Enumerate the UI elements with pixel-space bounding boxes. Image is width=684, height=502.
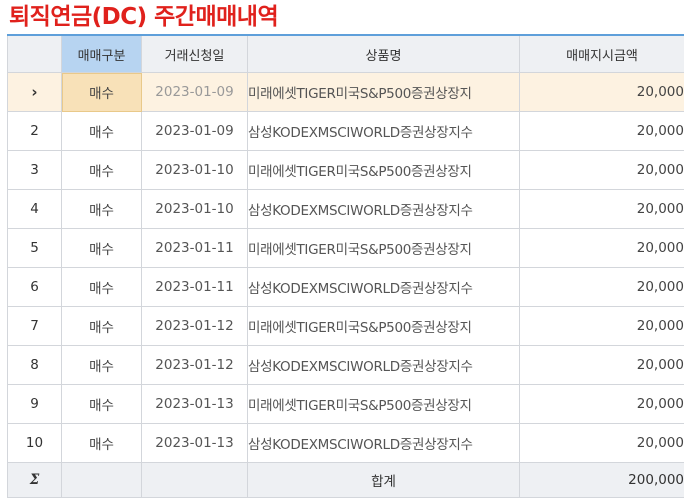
product-name-cell[interactable]: 미래에셋TIGER미국S&P500증권상장지 [247,150,520,190]
request-date-cell[interactable]: 2023-01-12 [141,345,248,385]
request-date-cell[interactable]: 2023-01-10 [141,150,248,190]
table-row[interactable]: 10 매수 2023-01-13 삼성KODEXMSCIWORLD증권상장지수 20,0… [7,423,684,463]
request-date-cell[interactable]: 2023-01-11 [141,267,248,307]
product-name-cell[interactable]: 미래에셋TIGER미국S&P500증권상장지 [247,306,520,346]
header-row-number[interactable] [7,34,62,73]
table-row[interactable]: 8 매수 2023-01-12 삼성KODEXMSCIWORLD증권상장지수 20,00… [7,345,684,385]
table-row[interactable]: 6 매수 2023-01-11 삼성KODEXMSCIWORLD증권상장지수 20,00… [7,267,684,307]
summary-row: Σ 합계 200,000 [7,462,684,498]
row-number[interactable]: 10 [7,423,62,463]
row-number[interactable]: 6 [7,267,62,307]
product-name-cell[interactable]: 미래에셋TIGER미국S&P500증권상장지 [247,228,520,268]
order-amount-cell[interactable]: 20,000 [519,111,684,151]
product-name-cell[interactable]: 삼성KODEXMSCIWORLD증권상장지수 [247,189,520,229]
order-amount-cell[interactable]: 20,000 [519,306,684,346]
row-number[interactable]: 8 [7,345,62,385]
header-trade-type[interactable]: 매매구분 [61,34,142,73]
header-order-amount[interactable]: 매매지시금액 [519,34,684,73]
request-date-cell[interactable]: 2023-01-09 [141,72,248,112]
trade-type-cell[interactable]: 매수 [61,384,142,424]
header-request-date[interactable]: 거래신청일 [141,34,248,73]
trade-type-cell[interactable]: 매수 [61,423,142,463]
summary-empty-cell [61,462,142,498]
table-row[interactable]: 5 매수 2023-01-11 미래에셋TIGER미국S&P500증권상장지 20,00… [7,228,684,268]
row-number[interactable]: 3 [7,150,62,190]
trade-history-grid: 매매구분 거래신청일 상품명 매매지시금액 › 매수 2023-01-09 미래에셋T… [7,34,684,498]
table-row[interactable]: 3 매수 2023-01-10 미래에셋TIGER미국S&P500증권상장지 20,00… [7,150,684,190]
order-amount-cell[interactable]: 20,000 [519,150,684,190]
order-amount-cell[interactable]: 20,000 [519,267,684,307]
row-number[interactable]: 5 [7,228,62,268]
order-amount-cell[interactable]: 20,000 [519,345,684,385]
trade-type-cell[interactable]: 매수 [61,306,142,346]
table-row[interactable]: 9 매수 2023-01-13 미래에셋TIGER미국S&P500증권상장지 20,00… [7,384,684,424]
table-row[interactable]: 2 매수 2023-01-09 삼성KODEXMSCIWORLD증권상장지수 20,00… [7,111,684,151]
row-number[interactable]: 7 [7,306,62,346]
product-name-cell[interactable]: 미래에셋TIGER미국S&P500증권상장지 [247,72,520,112]
trade-type-cell[interactable]: 매수 [61,150,142,190]
product-name-cell[interactable]: 삼성KODEXMSCIWORLD증권상장지수 [247,345,520,385]
summary-label: 합계 [247,462,520,498]
trade-type-cell[interactable]: 매수 [61,111,142,151]
order-amount-cell[interactable]: 20,000 [519,384,684,424]
product-name-cell[interactable]: 삼성KODEXMSCIWORLD증권상장지수 [247,111,520,151]
table-row[interactable]: 4 매수 2023-01-10 삼성KODEXMSCIWORLD증권상장지수 20,00… [7,189,684,229]
product-name-cell[interactable]: 미래에셋TIGER미국S&P500증권상장지 [247,384,520,424]
trade-type-cell[interactable]: 매수 [61,72,142,112]
trade-type-cell[interactable]: 매수 [61,345,142,385]
product-name-cell[interactable]: 삼성KODEXMSCIWORLD증권상장지수 [247,423,520,463]
request-date-cell[interactable]: 2023-01-13 [141,423,248,463]
header-row: 매매구분 거래신청일 상품명 매매지시금액 [7,34,684,73]
current-row-indicator-icon[interactable]: › [7,72,62,112]
row-number[interactable]: 2 [7,111,62,151]
request-date-cell[interactable]: 2023-01-13 [141,384,248,424]
summary-total: 200,000 [519,462,684,498]
request-date-cell[interactable]: 2023-01-09 [141,111,248,151]
table-row[interactable]: › 매수 2023-01-09 미래에셋TIGER미국S&P500증권상장지 20,00… [7,72,684,112]
sigma-icon: Σ [7,462,62,498]
request-date-cell[interactable]: 2023-01-11 [141,228,248,268]
request-date-cell[interactable]: 2023-01-10 [141,189,248,229]
order-amount-cell[interactable]: 20,000 [519,228,684,268]
product-name-cell[interactable]: 삼성KODEXMSCIWORLD증권상장지수 [247,267,520,307]
trade-type-cell[interactable]: 매수 [61,267,142,307]
order-amount-cell[interactable]: 20,000 [519,72,684,112]
header-product-name[interactable]: 상품명 [247,34,520,73]
table-row[interactable]: 7 매수 2023-01-12 미래에셋TIGER미국S&P500증권상장지 20,00… [7,306,684,346]
row-number[interactable]: 9 [7,384,62,424]
order-amount-cell[interactable]: 20,000 [519,423,684,463]
order-amount-cell[interactable]: 20,000 [519,189,684,229]
page: 퇴직연금(DC) 주간매매내역 매매구분 거래신청일 상품명 매매지시금액 › 매… [0,0,684,502]
summary-empty-cell [141,462,248,498]
page-title: 퇴직연금(DC) 주간매매내역 [9,4,279,30]
request-date-cell[interactable]: 2023-01-12 [141,306,248,346]
trade-type-cell[interactable]: 매수 [61,228,142,268]
trade-type-cell[interactable]: 매수 [61,189,142,229]
row-number[interactable]: 4 [7,189,62,229]
